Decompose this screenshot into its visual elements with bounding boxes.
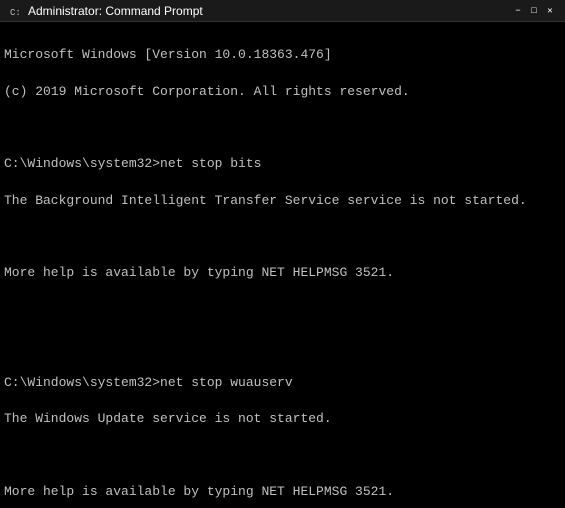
terminal-line: C:\Windows\system32>net stop wuauserv [4, 374, 561, 392]
terminal-line [4, 301, 561, 319]
minimize-button[interactable]: − [511, 4, 525, 18]
terminal-line: More help is available by typing NET HEL… [4, 264, 561, 282]
terminal-line [4, 228, 561, 246]
terminal-line [4, 337, 561, 355]
title-bar-controls: − □ ✕ [511, 4, 557, 18]
title-bar-text: Administrator: Command Prompt [28, 4, 505, 18]
terminal-line: The Background Intelligent Transfer Serv… [4, 192, 561, 210]
terminal-body[interactable]: Microsoft Windows [Version 10.0.18363.47… [0, 22, 565, 508]
terminal-line: (c) 2019 Microsoft Corporation. All righ… [4, 83, 561, 101]
maximize-button[interactable]: □ [527, 4, 541, 18]
svg-text:C:: C: [10, 8, 21, 17]
terminal-line: Microsoft Windows [Version 10.0.18363.47… [4, 46, 561, 64]
terminal-line: The Windows Update service is not starte… [4, 410, 561, 428]
terminal-line: C:\Windows\system32>net stop bits [4, 155, 561, 173]
title-bar: C: Administrator: Command Prompt − □ ✕ [0, 0, 565, 22]
terminal-line [4, 446, 561, 464]
terminal-line [4, 119, 561, 137]
terminal-line: More help is available by typing NET HEL… [4, 483, 561, 501]
close-button[interactable]: ✕ [543, 4, 557, 18]
cmd-icon: C: [8, 4, 22, 18]
